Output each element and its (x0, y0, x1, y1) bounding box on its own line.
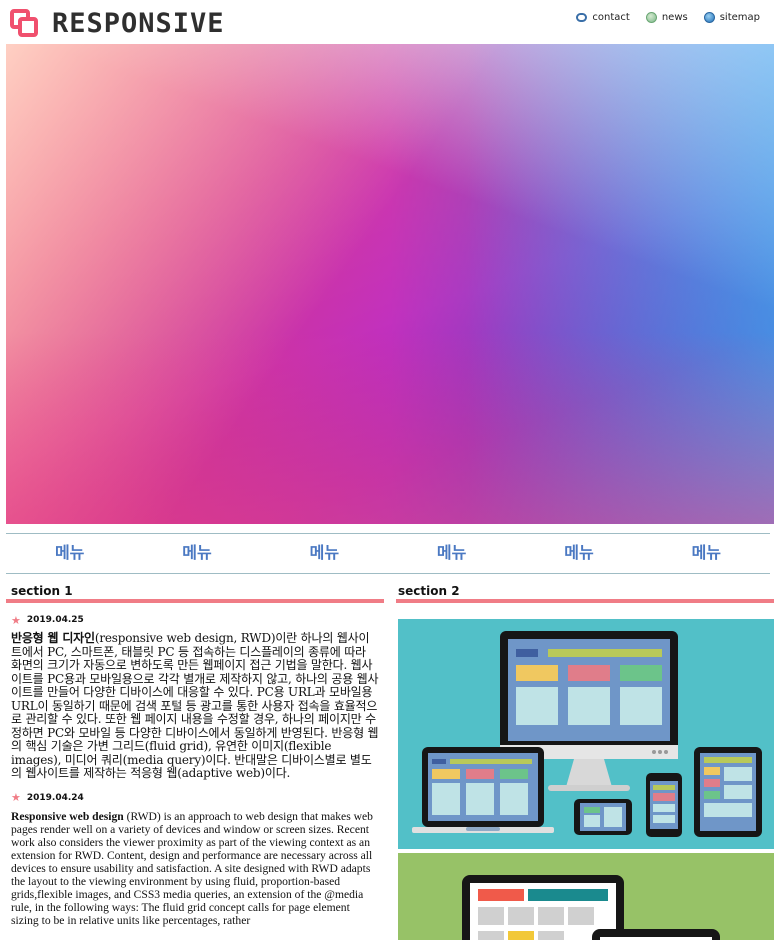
post-lead: 반응형 웹 디자인 (11, 631, 95, 645)
menu-item-6[interactable]: 메뉴 (643, 534, 770, 573)
post-text: (responsive web design, RWD)이란 하나의 웹사이트에… (11, 631, 379, 780)
star-icon: ★ (11, 791, 21, 804)
section-2: section 2 (396, 584, 774, 940)
nav-sitemap-label: sitemap (719, 12, 760, 23)
logo[interactable]: RESPONSIVE (10, 7, 225, 39)
section-2-title: section 2 (396, 584, 774, 603)
header: RESPONSIVE contact news sitemap (0, 0, 780, 44)
devices-illustration (398, 619, 774, 849)
menu-item-5[interactable]: 메뉴 (515, 534, 642, 573)
menu-item-2[interactable]: 메뉴 (133, 534, 260, 573)
post-date-text: 2019.04.24 (26, 792, 84, 803)
hero-banner (6, 44, 774, 524)
top-nav: contact news sitemap (560, 12, 760, 23)
nav-news-label: news (661, 12, 688, 23)
star-icon: ★ (11, 613, 21, 627)
post-date: ★ 2019.04.25 (11, 613, 379, 627)
section-1: section 1 ★ 2019.04.25 반응형 웹 디자인(respons… (6, 584, 384, 927)
logo-text: RESPONSIVE (52, 7, 225, 39)
post-lead: Responsive web design (11, 809, 124, 823)
contact-icon (576, 13, 588, 22)
post-body: 반응형 웹 디자인(responsive web design, RWD)이란 … (11, 631, 379, 781)
nav-news[interactable]: news (645, 12, 688, 23)
post-body: Responsive web design (RWD) is an approa… (11, 810, 379, 927)
menu-item-3[interactable]: 메뉴 (261, 534, 388, 573)
post: ★ 2019.04.25 반응형 웹 디자인(responsive web de… (6, 613, 384, 781)
logo-icon (10, 9, 38, 37)
post-date-text: 2019.04.25 (26, 615, 84, 625)
menu-item-4[interactable]: 메뉴 (388, 534, 515, 573)
post-text: (RWD) is an approach to web design that … (11, 809, 373, 927)
section-1-title: section 1 (6, 584, 384, 603)
menu-item-1[interactable]: 메뉴 (6, 534, 133, 573)
main-menu: 메뉴 메뉴 메뉴 메뉴 메뉴 메뉴 (6, 533, 770, 574)
nav-contact[interactable]: contact (576, 12, 630, 23)
devices-illustration-2 (398, 853, 774, 940)
post: ★ 2019.04.24 Responsive web design (RWD)… (6, 791, 384, 927)
post-date: ★ 2019.04.24 (11, 791, 379, 804)
news-icon (645, 12, 657, 23)
sitemap-icon (703, 12, 715, 23)
nav-contact-label: contact (592, 12, 630, 23)
nav-sitemap[interactable]: sitemap (703, 12, 760, 23)
